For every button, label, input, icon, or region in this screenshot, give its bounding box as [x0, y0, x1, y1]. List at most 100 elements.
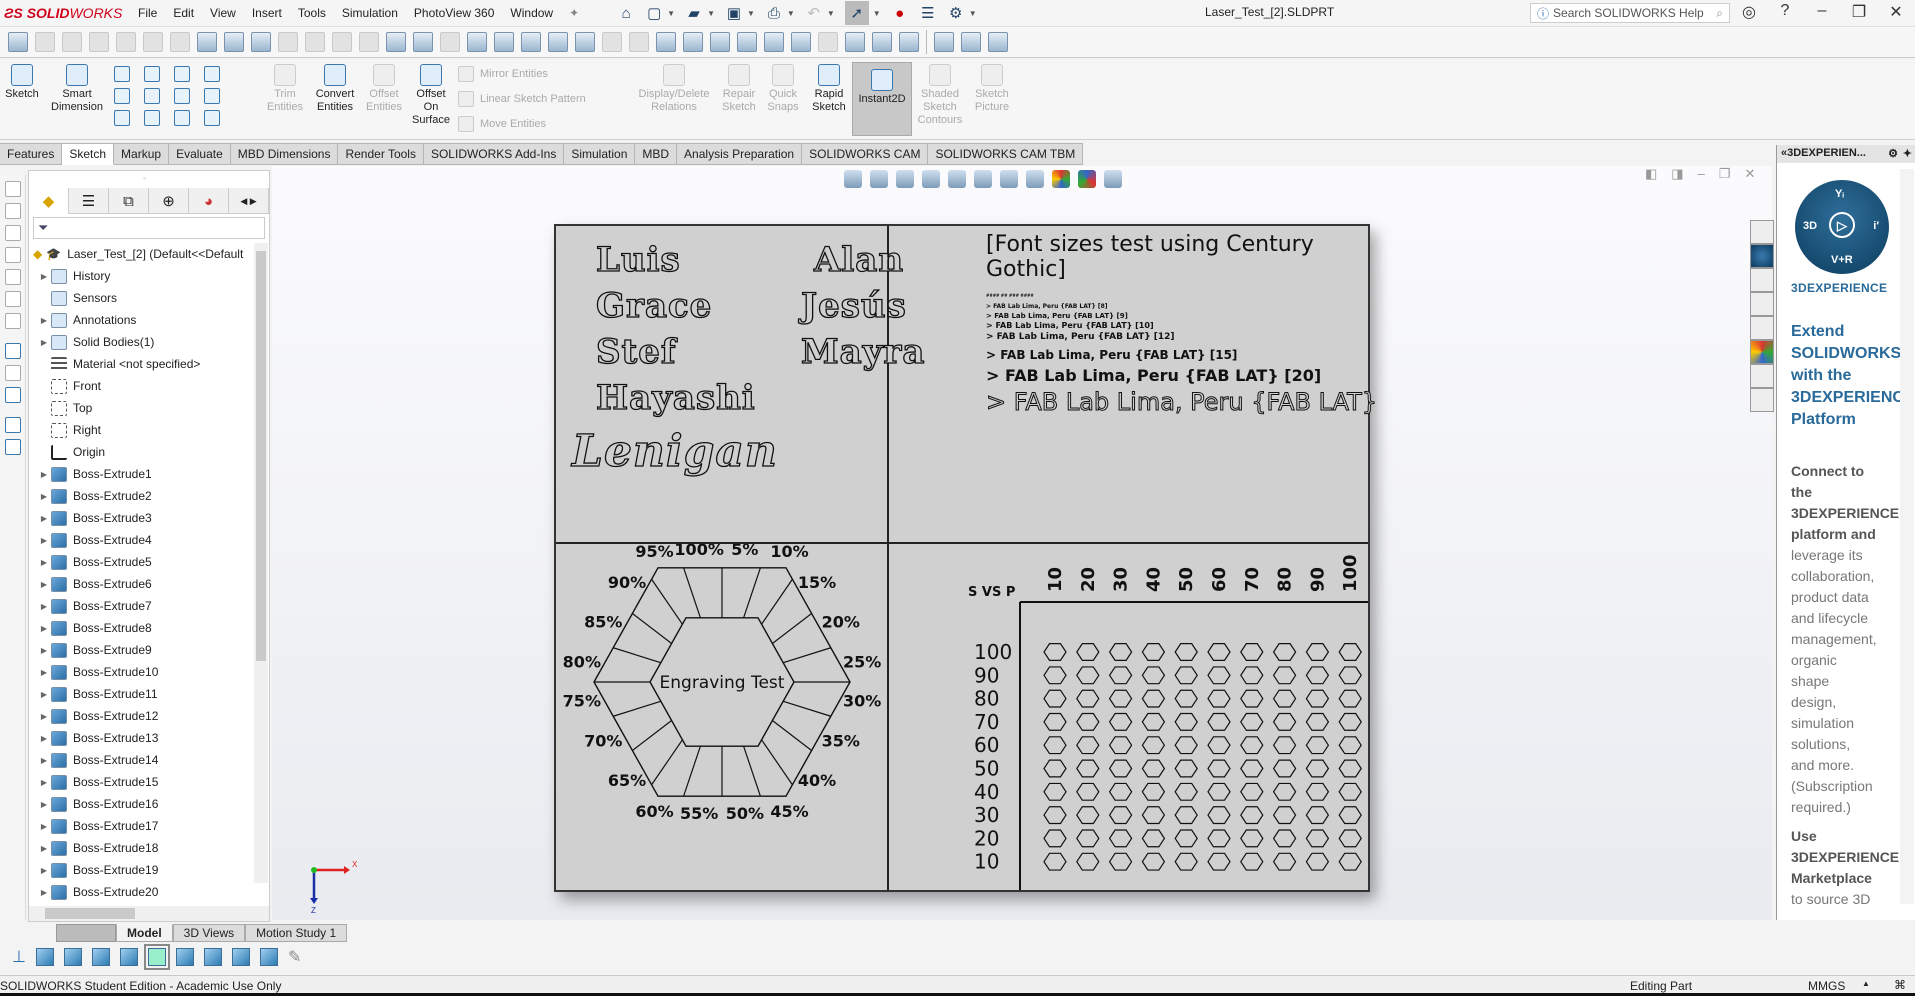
toolbar-tool-icon[interactable] [791, 32, 811, 52]
toolbar-tool-icon[interactable] [899, 32, 919, 52]
tree-item[interactable]: ▶ Boss-Extrude8 [29, 617, 254, 639]
tree-item[interactable]: Front [29, 375, 254, 397]
tree-item[interactable]: ▶ History [29, 265, 254, 287]
expand-arrow-icon[interactable]: ▶ [37, 734, 51, 743]
tab-scroll-arrows[interactable]: ◀ ▶ [229, 188, 269, 214]
restore-button[interactable]: ❐ [1847, 2, 1871, 22]
toolbar-tool-icon[interactable] [683, 32, 703, 52]
tree-item[interactable]: ▶ Boss-Extrude6 [29, 573, 254, 595]
tab-solidworks-cam-tbm[interactable]: SOLIDWORKS CAM TBM [928, 143, 1084, 165]
user-account-icon[interactable]: ◎ [1737, 2, 1761, 22]
rapid-sketch-button[interactable]: Rapid Sketch [808, 64, 850, 114]
view-icon[interactable] [4, 225, 21, 241]
task-pane-scrollbar[interactable] [1900, 169, 1914, 904]
shaded-sketch-contours-button[interactable]: Shaded Sketch Contours [916, 64, 964, 127]
tree-item[interactable]: ▶ Boss-Extrude14 [29, 749, 254, 771]
chevron-down-icon[interactable]: ▼ [707, 9, 715, 18]
layers-icon[interactable] [4, 439, 21, 455]
point-icon[interactable] [204, 110, 220, 126]
display-style-icon[interactable] [1000, 170, 1018, 188]
print-icon[interactable]: ⎙ [765, 4, 783, 22]
toolbar-tool-icon[interactable] [305, 32, 325, 52]
offset-entities-button[interactable]: Offset Entities [362, 64, 406, 114]
rectangle-icon[interactable] [114, 88, 130, 104]
repair-sketch-button[interactable]: Repair Sketch [718, 64, 760, 114]
viewport-close-icon[interactable]: ✕ [1744, 166, 1755, 182]
menu-edit[interactable]: Edit [165, 6, 202, 20]
viewport-restore-icon[interactable]: ❐ [1719, 166, 1731, 182]
expand-arrow-icon[interactable]: ▶ [37, 558, 51, 567]
filter-input[interactable]: ⏷ [33, 217, 265, 239]
circle-icon[interactable] [144, 66, 160, 82]
toolbar-tool-icon[interactable] [602, 32, 622, 52]
tab-markup[interactable]: Markup [114, 143, 170, 165]
toolbar-tool-icon[interactable] [143, 32, 163, 52]
zoom-to-fit-icon[interactable] [844, 170, 862, 188]
expand-arrow-icon[interactable]: ▶ [37, 646, 51, 655]
toolbar-tool-icon[interactable] [35, 32, 55, 52]
apply-scene-icon[interactable] [1078, 170, 1096, 188]
toolbar-tool-icon[interactable] [629, 32, 649, 52]
expand-arrow-icon[interactable]: ▶ [37, 338, 51, 347]
toolbar-tool-icon[interactable] [521, 32, 541, 52]
view-icon[interactable] [4, 269, 21, 285]
toolbar-tool-icon[interactable] [818, 32, 838, 52]
toolbar-tool-icon[interactable] [197, 32, 217, 52]
construction-geometry-icon[interactable] [204, 66, 220, 82]
help-question-icon[interactable]: ? [1773, 2, 1797, 20]
bottom-view-icon[interactable] [175, 948, 194, 966]
tree-vertical-scrollbar[interactable] [254, 243, 268, 883]
text-icon[interactable] [204, 88, 220, 104]
front-view-icon[interactable] [35, 948, 54, 966]
toolbar-tool-icon[interactable] [548, 32, 568, 52]
isometric-view-icon[interactable] [203, 948, 222, 966]
tree-item[interactable]: ▶ Boss-Extrude9 [29, 639, 254, 661]
new-document-icon[interactable]: ▢ [645, 4, 663, 22]
open-icon[interactable]: ▰ [685, 4, 703, 22]
sketch-button[interactable]: Sketch [4, 64, 40, 101]
tree-item[interactable]: ▶ Boss-Extrude18 [29, 837, 254, 859]
3dexperience-globe-icon[interactable] [1750, 244, 1774, 268]
tab-3d-views[interactable]: 3D Views [172, 924, 246, 942]
file-properties-icon[interactable]: ☰ [919, 4, 937, 22]
view-icon[interactable] [4, 203, 21, 219]
expand-arrow-icon[interactable]: ▶ [37, 690, 51, 699]
menu-insert[interactable]: Insert [244, 6, 290, 20]
tree-item[interactable]: ▶ Boss-Extrude11 [29, 683, 254, 705]
toolbar-tool-icon[interactable] [359, 32, 379, 52]
display-delete-relations-button[interactable]: Display/Delete Relations [632, 64, 716, 114]
section-view-icon[interactable] [922, 170, 940, 188]
quick-snaps-button[interactable]: Quick Snaps [762, 64, 804, 114]
expand-arrow-icon[interactable]: ▶ [37, 602, 51, 611]
toolbar-tool-icon[interactable] [89, 32, 109, 52]
design-library-icon[interactable] [1750, 268, 1774, 292]
tab-sketch[interactable]: Sketch [62, 143, 115, 165]
offset-on-surface-button[interactable]: Offset On Surface [408, 64, 454, 127]
previous-view-icon[interactable] [896, 170, 914, 188]
tab-solidworks-cam[interactable]: SOLIDWORKS CAM [802, 143, 929, 165]
chevron-down-icon[interactable]: ▼ [787, 9, 795, 18]
edit-appearance-icon[interactable] [1052, 170, 1070, 188]
tree-root[interactable]: ◆ 🎓 Laser_Test_[2] (Default<<Default [29, 243, 254, 265]
display-icon[interactable] [4, 387, 21, 403]
menu-view[interactable]: View [202, 6, 244, 20]
top-view-icon[interactable] [143, 944, 170, 970]
expand-arrow-icon[interactable]: ▶ [37, 470, 51, 479]
arc-icon[interactable] [144, 88, 160, 104]
trim-entities-button[interactable]: Trim Entities [264, 64, 306, 114]
tree-item[interactable]: Right [29, 419, 254, 441]
tree-item[interactable]: ▶ Boss-Extrude3 [29, 507, 254, 529]
solidworks-logo[interactable]: ƧS SOLID WORKS [0, 5, 130, 21]
tree-item[interactable]: ▶ Boss-Extrude19 [29, 859, 254, 881]
mirror-entities-button[interactable]: Mirror Entities [458, 66, 548, 82]
help-search-input[interactable]: ⓘ Search SOLIDWORKS Help ⌕ [1530, 3, 1730, 23]
toolbar-tool-icon[interactable] [467, 32, 487, 52]
chevron-down-icon[interactable]: ▼ [873, 9, 881, 18]
tree-item[interactable]: ▶ Boss-Extrude7 [29, 595, 254, 617]
toolbar-tool-icon[interactable] [845, 32, 865, 52]
toolbar-tool-icon[interactable] [575, 32, 595, 52]
menu-tools[interactable]: Tools [290, 6, 334, 20]
tile-left-icon[interactable]: ◧ [1645, 166, 1657, 182]
tree-item[interactable]: ▶ Boss-Extrude12 [29, 705, 254, 727]
right-view-icon[interactable] [119, 948, 138, 966]
